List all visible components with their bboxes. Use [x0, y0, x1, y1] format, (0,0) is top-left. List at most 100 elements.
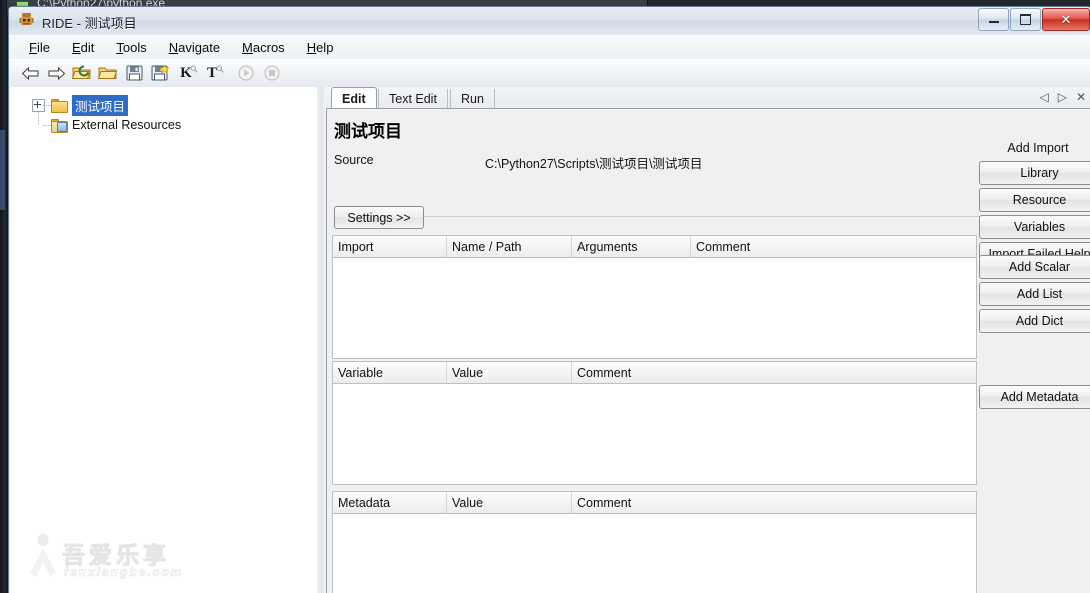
source-label: Source [334, 153, 374, 167]
variable-grid-body[interactable] [333, 384, 976, 484]
open-folder-button[interactable] [95, 61, 121, 85]
toolbar-separator [225, 61, 233, 85]
run-button[interactable] [233, 61, 259, 85]
watermark-cn-text: 吾爱乐享 [62, 542, 170, 569]
watermark-en-text: fenxiangbe.com [64, 565, 184, 580]
settings-separator [334, 216, 1079, 217]
tab-scroll-left-icon[interactable]: ◁ [1039, 90, 1048, 104]
tree-node-external-resources-label: External Resources [72, 118, 182, 132]
import-grid-body[interactable] [333, 258, 976, 358]
variable-grid-header: Variable Value Comment [333, 362, 976, 384]
toolbar: K T [9, 59, 1090, 88]
menu-file[interactable]: File [19, 38, 60, 57]
menu-macros-mnemonic: M [242, 39, 253, 55]
menu-bar: File Edit Tools Navigate Macros Help [9, 35, 1090, 60]
variable-grid[interactable]: Variable Value Comment [332, 361, 977, 485]
stop-icon [264, 65, 280, 81]
menu-macros[interactable]: Macros [232, 38, 295, 57]
menu-macros-label: acros [252, 39, 285, 55]
close-icon: ✕ [1060, 12, 1072, 27]
metadata-grid-header: Metadata Value Comment [333, 492, 976, 514]
panel-splitter[interactable] [317, 87, 326, 593]
metadata-grid-body[interactable] [333, 514, 976, 593]
desktop-left-strip [0, 0, 8, 593]
tab-run[interactable]: Run [450, 89, 495, 109]
keyword-search-magnifier-icon [190, 65, 198, 73]
menu-edit[interactable]: Edit [62, 38, 104, 57]
import-grid-header: Import Name / Path Arguments Comment [333, 236, 976, 258]
editor-content: 测试项目 Source C:\Python27\Scripts\测试项目\测试项… [326, 109, 1090, 593]
open-directory-button[interactable] [69, 61, 95, 85]
test-search-magnifier-icon [216, 65, 224, 73]
menu-help-mnemonic: H [306, 39, 317, 55]
tab-edit[interactable]: Edit [331, 87, 377, 110]
menu-tools[interactable]: Tools [106, 38, 156, 57]
minimize-button[interactable] [978, 8, 1009, 31]
forward-button[interactable] [43, 61, 69, 85]
watermark-figure-icon [30, 533, 56, 577]
title-bar: RIDE - 测试项目 ✕ [9, 7, 1090, 36]
import-grid-col-arguments: Arguments [572, 236, 691, 257]
save-all-button[interactable] [147, 61, 173, 85]
save-icon [126, 65, 142, 81]
ride-main-window: RIDE - 测试项目 ✕ File Edit Tools Navigate M… [8, 6, 1090, 593]
menu-help-label: elp [316, 39, 334, 55]
tree-node-project[interactable]: 测试项目 [10, 94, 317, 125]
metadata-grid-col-comment: Comment [577, 495, 632, 510]
menu-navigate-label: avigate [178, 39, 221, 55]
metadata-grid-col-value: Value [447, 492, 572, 513]
menu-navigate[interactable]: Navigate [159, 38, 230, 57]
save-all-icon [151, 65, 169, 81]
add-dict-button[interactable]: Add Dict [979, 309, 1090, 333]
menu-help[interactable]: Help [297, 38, 344, 57]
add-resource-button[interactable]: Resource [979, 188, 1090, 212]
keyword-search-button[interactable]: K [173, 61, 199, 85]
variable-grid-col-value: Value [447, 362, 572, 383]
back-button[interactable] [17, 61, 43, 85]
add-metadata-button[interactable]: Add Metadata [979, 385, 1090, 409]
project-tree-panel: 测试项目 External Resources 吾爱乐享 fenxiangbe. [10, 87, 318, 593]
watermark: 吾爱乐享 fenxiangbe.com [24, 531, 214, 587]
tab-run-label: Run [461, 92, 484, 106]
project-tree: 测试项目 External Resources [10, 94, 317, 135]
variable-grid-col-comment: Comment [577, 365, 632, 380]
import-grid-col-name-path: Name / Path [447, 236, 572, 257]
menu-edit-label: dit [80, 39, 95, 55]
metadata-grid-col-metadata: Metadata [333, 492, 447, 513]
add-list-button[interactable]: Add List [979, 282, 1090, 306]
import-grid[interactable]: Import Name / Path Arguments Comment [332, 235, 977, 359]
tab-scroll-right-icon[interactable]: ▷ [1058, 90, 1067, 104]
tab-text-edit[interactable]: Text Edit [378, 89, 448, 109]
save-button[interactable] [121, 61, 147, 85]
window-controls: ✕ [977, 8, 1090, 31]
tab-close-icon[interactable]: ✕ [1076, 90, 1086, 104]
variable-grid-col-variable: Variable [333, 362, 447, 383]
run-icon [238, 65, 254, 81]
tab-text-edit-label: Text Edit [389, 92, 437, 106]
maximize-button[interactable] [1010, 8, 1041, 31]
tree-node-project-label: 测试项目 [72, 94, 129, 116]
add-variables-button[interactable]: Variables [979, 215, 1090, 239]
menu-file-mnemonic: F [29, 39, 37, 55]
page-title: 测试项目 [334, 122, 402, 141]
add-scalar-button[interactable]: Add Scalar [979, 255, 1090, 279]
menu-edit-mnemonic: E [71, 39, 81, 55]
settings-toggle-button[interactable]: Settings >> [334, 206, 424, 229]
tree-node-external-resources[interactable]: External Resources [10, 115, 317, 135]
menu-tools-label: ools [122, 39, 147, 55]
add-import-label: Add Import [1007, 141, 1069, 155]
stop-button[interactable] [259, 61, 285, 85]
app-root: C:\Python27\python.exe RIDE - 测试项目 ✕ Fil… [0, 0, 1090, 593]
import-grid-col-comment: Comment [696, 239, 751, 254]
import-grid-col-import: Import [333, 236, 447, 257]
add-library-button[interactable]: Library [979, 161, 1090, 185]
test-search-button[interactable]: T [199, 61, 225, 85]
editor-panel: Edit Text Edit Run ◁ ▷ ✕ 测试项目 Source C:\… [326, 87, 1090, 593]
back-icon [21, 66, 38, 80]
metadata-grid[interactable]: Metadata Value Comment [332, 491, 977, 593]
source-value: C:\Python27\Scripts\测试项目\测试项目 [485, 157, 703, 171]
tab-edit-label: Edit [342, 92, 366, 106]
close-button[interactable]: ✕ [1042, 8, 1090, 31]
window-title: RIDE - 测试项目 [42, 16, 137, 31]
open-directory-icon [72, 65, 91, 79]
